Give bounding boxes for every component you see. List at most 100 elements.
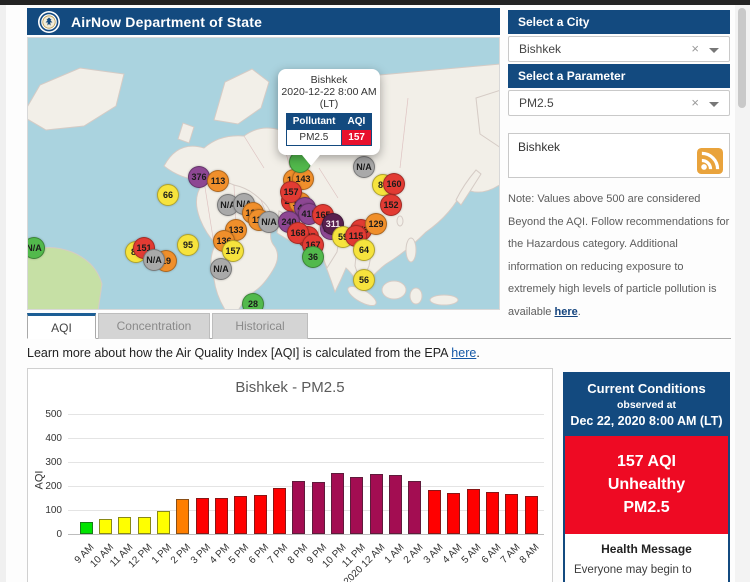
aqi-bar[interactable] [292, 481, 305, 534]
city-select-value: Bishkek [519, 42, 561, 56]
note-text: Note: Values above 500 are considered Be… [508, 193, 729, 318]
cc-health-text: Everyone may begin to experience health … [574, 561, 719, 582]
cc-pollutant: PM2.5 [569, 496, 724, 519]
cc-health-title: Health Message [574, 542, 719, 556]
world-map-tiles [28, 38, 500, 310]
aqi-bar[interactable] [331, 473, 344, 534]
chart-gridline [68, 414, 544, 415]
aqi-bar[interactable] [525, 496, 538, 534]
scrollbar-thumb[interactable] [738, 8, 746, 108]
aqi-map-marker[interactable]: 56 [353, 269, 375, 291]
aqi-map-marker[interactable]: 66 [157, 184, 179, 206]
aqi-bar[interactable] [157, 511, 170, 534]
aqi-bar[interactable] [215, 498, 228, 534]
chart-y-tick-label: 500 [32, 409, 62, 420]
current-conditions-header: Current Conditions observed at Dec 22, 2… [565, 374, 728, 436]
popup-city: Bishkek [278, 74, 380, 86]
popup-col-aqi: AQI [342, 114, 372, 130]
aqi-map-marker[interactable]: N/A [143, 249, 165, 271]
aqi-map-marker[interactable]: 152 [380, 194, 402, 216]
select-city-header: Select a City [508, 10, 730, 34]
aqi-bar[interactable] [408, 481, 421, 534]
tab-aqi[interactable]: AQI [27, 313, 96, 339]
aqi-bar[interactable] [370, 474, 383, 534]
aqi-map-marker[interactable]: 113 [207, 170, 229, 192]
chart-gridline [68, 438, 544, 439]
aqi-map-marker[interactable]: 160 [383, 173, 405, 195]
aqi-map-marker[interactable]: N/A [210, 258, 232, 280]
tab-concentration[interactable]: Concentration [98, 313, 210, 339]
popup-pointer [302, 155, 320, 166]
learn-more-text: Learn more about how the Air Quality Ind… [27, 346, 480, 360]
parameter-caret-icon[interactable] [709, 102, 719, 107]
scrollbar[interactable] [735, 5, 750, 582]
aqi-map-marker[interactable]: 28 [242, 293, 264, 310]
cc-aqi-value: 157 AQI [569, 450, 724, 473]
aqi-bar[interactable] [467, 489, 480, 534]
app-header: AirNow Department of State [27, 8, 500, 35]
city-select[interactable]: Bishkek × [508, 36, 730, 62]
parameter-select-value: PM2.5 [519, 96, 554, 110]
aqi-bar[interactable] [254, 495, 267, 534]
chart-gridline [68, 486, 544, 487]
tab-historical[interactable]: Historical [212, 313, 308, 339]
aqi-bar[interactable] [389, 475, 402, 534]
aqi-bar[interactable] [505, 494, 518, 534]
chart-y-tick-label: 0 [32, 529, 62, 540]
aqi-bar[interactable] [312, 482, 325, 534]
cc-observed: observed at [569, 399, 724, 411]
learn-more-suffix: . [476, 346, 479, 360]
app-title: AirNow Department of State [71, 14, 262, 30]
aqi-map-marker[interactable]: 129 [365, 213, 387, 235]
aqi-bar[interactable] [176, 499, 189, 534]
map-popup[interactable]: Bishkek 2020-12-22 8:00 AM (LT) Pollutan… [278, 69, 380, 155]
aqi-bar[interactable] [80, 522, 93, 534]
chart-gridline [68, 462, 544, 463]
window-edge [0, 0, 750, 5]
aqi-map-marker[interactable]: 64 [353, 239, 375, 261]
airnow-dos-page: AirNow Department of State [0, 0, 750, 582]
parameter-clear-icon[interactable]: × [691, 91, 699, 115]
beyond-aqi-note: Note: Values above 500 are considered Be… [508, 188, 732, 323]
note-suffix: . [578, 306, 581, 318]
aqi-bar[interactable] [428, 490, 441, 534]
aqi-bar[interactable] [138, 517, 151, 534]
popup-table: Pollutant AQI PM2.5 157 [286, 113, 373, 146]
aqi-chart-panel: Bishkek - PM2.5 AQI 01002003004005009 AM… [27, 368, 553, 582]
cc-title: Current Conditions [569, 381, 724, 396]
popup-timezone: (LT) [278, 98, 380, 110]
aqi-bar[interactable] [118, 517, 131, 534]
aqi-bar[interactable] [196, 498, 209, 534]
chart-y-tick-label: 400 [32, 433, 62, 444]
aqi-map-marker[interactable]: N/A [353, 156, 375, 178]
city-clear-icon[interactable]: × [691, 37, 699, 61]
select-parameter-header: Select a Parameter [508, 64, 730, 88]
aqi-bar[interactable] [350, 477, 363, 534]
chart-gridline [68, 534, 544, 535]
rss-icon[interactable] [697, 148, 723, 174]
aqi-bar[interactable] [273, 488, 286, 534]
city-caret-icon[interactable] [709, 48, 719, 53]
aqi-bar[interactable] [99, 519, 112, 534]
aqi-bar[interactable] [486, 492, 499, 534]
dos-seal-icon [37, 10, 61, 34]
chart-y-tick-label: 100 [32, 505, 62, 516]
aqi-world-map[interactable]: N/A66376113N/AN/A127111N/A13313615795N/A… [27, 37, 500, 310]
page-gutter [0, 5, 6, 582]
aqi-bar[interactable] [234, 496, 247, 534]
parameter-select[interactable]: PM2.5 × [508, 90, 730, 116]
popup-datetime: 2020-12-22 8:00 AM [278, 86, 380, 98]
cc-datetime: Dec 22, 2020 8:00 AM (LT) [569, 414, 724, 428]
popup-aqi-value: 157 [342, 130, 372, 146]
chart-y-tick-label: 200 [32, 481, 62, 492]
learn-more-prefix: Learn more about how the Air Quality Ind… [27, 346, 451, 360]
epa-link[interactable]: here [451, 346, 476, 360]
aqi-map-marker[interactable]: 95 [177, 234, 199, 256]
chart-title: Bishkek - PM2.5 [28, 379, 552, 396]
cc-category: Unhealthy [569, 473, 724, 496]
aqi-map-marker[interactable]: N/A [258, 211, 280, 233]
note-here-link[interactable]: here [554, 306, 577, 318]
aqi-bar[interactable] [447, 493, 460, 534]
aqi-map-marker[interactable]: 36 [302, 246, 324, 268]
feed-city-label: Bishkek [518, 140, 560, 154]
